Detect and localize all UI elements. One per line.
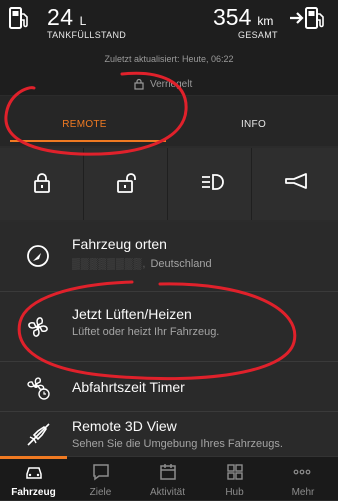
- lock-status-text: Verriegelt: [150, 79, 193, 90]
- locate-icon: [27, 245, 49, 267]
- list-item-title: Remote 3D View: [72, 418, 177, 434]
- fan-timer-icon: [27, 377, 50, 400]
- nav-label: Aktivität: [149, 487, 185, 498]
- nav-label: Ziele: [89, 487, 112, 498]
- nav-label: Hub: [225, 487, 244, 498]
- range-fuel-arrow-icon: [290, 7, 324, 29]
- list-item-remote-3d-view[interactable]: Remote 3D View Sehen Sie die Umgebung Ih…: [0, 412, 338, 458]
- nav-active-indicator: [0, 456, 67, 459]
- active-tab-indicator: [10, 140, 166, 142]
- nav-item-fahrzeug[interactable]: Fahrzeug: [0, 457, 67, 501]
- range-label: GESAMT: [238, 30, 278, 40]
- lock-open-icon: [117, 173, 136, 193]
- fuel-level-value: 24 L: [47, 4, 87, 30]
- fuel-level-label: TANKFÜLLSTAND: [47, 30, 127, 40]
- list-item-subtitle: Lüftet oder heizt Ihr Fahrzeug.: [72, 326, 220, 338]
- nav-label: Mehr: [291, 487, 315, 498]
- lock-status-icon: [134, 78, 144, 90]
- list-item-departure-timer[interactable]: Abfahrtszeit Timer: [0, 362, 338, 412]
- list-item-locate-vehicle[interactable]: Fahrzeug orten ▒▒▒▒▒▒▒▒, Deutschland: [0, 222, 338, 292]
- more-dots-icon: [293, 469, 311, 475]
- nav-label: Fahrzeug: [11, 487, 56, 498]
- unlock-button[interactable]: [84, 148, 168, 220]
- remote-services-list: Fahrzeug orten ▒▒▒▒▒▒▒▒, Deutschland Jet…: [0, 222, 338, 458]
- nav-item-hub[interactable]: Hub: [201, 457, 268, 501]
- range-value: 354 km: [213, 4, 274, 30]
- range-unit: km: [257, 14, 274, 28]
- lock-button[interactable]: [0, 148, 84, 220]
- list-item-subtitle: Sehen Sie die Umgebung Ihres Fahrzeugs.: [72, 438, 283, 450]
- nav-item-mehr[interactable]: Mehr: [268, 457, 338, 501]
- tab-bar: REMOTE INFO: [0, 96, 338, 146]
- headlight-flash-button[interactable]: [168, 148, 252, 220]
- bottom-navigation: Fahrzeug Ziele Aktivität Hub Mehr: [0, 456, 338, 500]
- fuel-unit: L: [79, 14, 87, 28]
- rocket-icon: [27, 423, 50, 446]
- grid-icon: [227, 464, 243, 480]
- list-item-title: Jetzt Lüften/Heizen: [72, 306, 192, 322]
- horn-button[interactable]: [252, 148, 338, 220]
- remote-action-row: [0, 148, 338, 220]
- headlight-icon: [202, 174, 224, 190]
- calendar-icon: [160, 464, 176, 480]
- car-icon: [26, 467, 42, 479]
- list-item-title: Fahrzeug orten: [72, 236, 167, 252]
- list-item-subtitle: ▒▒▒▒▒▒▒▒, Deutschland: [72, 258, 212, 270]
- tab-remote[interactable]: REMOTE: [0, 96, 169, 146]
- tab-info[interactable]: INFO: [169, 96, 338, 146]
- fuel-pump-icon: [9, 7, 28, 29]
- lock-closed-icon: [34, 173, 50, 193]
- list-item-title: Abfahrtszeit Timer: [72, 379, 185, 395]
- last-updated-text: Zuletzt aktualisiert: Heute, 06:22: [104, 54, 234, 64]
- horn-icon: [285, 173, 307, 189]
- fan-icon: [28, 317, 48, 337]
- nav-item-aktivitaet[interactable]: Aktivität: [134, 457, 201, 501]
- list-item-ventilate-heat[interactable]: Jetzt Lüften/Heizen Lüftet oder heizt Ih…: [0, 292, 338, 362]
- nav-item-ziele[interactable]: Ziele: [67, 457, 134, 501]
- chat-bubble-icon: [93, 464, 109, 481]
